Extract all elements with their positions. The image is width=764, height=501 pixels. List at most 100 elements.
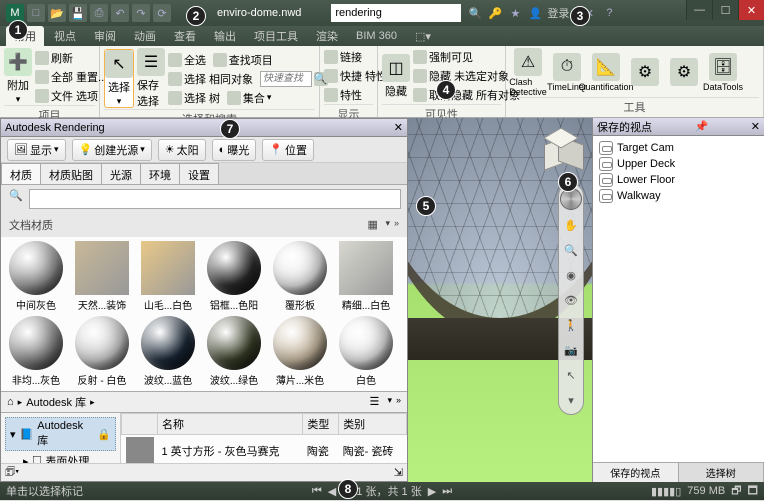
col-category[interactable]: 类别 xyxy=(339,414,407,435)
material-item[interactable]: 非均...灰色 xyxy=(5,316,67,387)
pin-icon[interactable]: 📌 xyxy=(695,120,709,133)
camera-icon[interactable]: 📷 xyxy=(561,340,581,360)
reset-all-button[interactable]: 全部 重置... xyxy=(35,68,107,86)
lib-tree-node[interactable]: ▸🞎表面处理 xyxy=(5,451,116,463)
lib-row[interactable]: 1 英寸方形 - 灰色马赛克陶瓷陶瓷- 瓷砖 xyxy=(122,435,407,464)
lib-root-node[interactable]: ▾📘Autodesk 库🔒 xyxy=(5,417,116,451)
login-link[interactable]: 登录 xyxy=(547,5,569,21)
undo-icon[interactable]: ↶ xyxy=(111,4,129,22)
minimize-button[interactable]: — xyxy=(686,0,712,20)
orbit-icon[interactable]: ◉ xyxy=(561,265,581,285)
saved-view-item[interactable]: Lower Floor xyxy=(597,172,760,188)
tool-button[interactable]: 🗄DataTools xyxy=(705,53,741,92)
material-item[interactable]: 白色 xyxy=(335,316,397,387)
select-all-icon[interactable] xyxy=(168,53,182,67)
render-tab[interactable]: 设置 xyxy=(179,163,219,184)
find-items-icon[interactable] xyxy=(213,53,227,67)
menu-tab[interactable]: 动画 xyxy=(126,26,164,46)
maximize-button[interactable]: ☐ xyxy=(712,0,738,20)
material-search-input[interactable] xyxy=(29,189,401,209)
material-item[interactable]: 波纹...绿色 xyxy=(203,316,265,387)
view-menu-icon[interactable]: ▾ xyxy=(385,218,390,232)
menu-tab[interactable]: 输出 xyxy=(206,26,244,46)
menu-tab[interactable]: 项目工具 xyxy=(246,26,306,46)
saved-view-item[interactable]: Target Cam xyxy=(597,140,760,156)
print-icon[interactable]: ⎙ xyxy=(90,4,108,22)
select-same-icon[interactable] xyxy=(168,72,182,86)
menu-tab[interactable]: 查看 xyxy=(166,26,204,46)
unhide-all-button[interactable]: 取消隐藏 所有对象 xyxy=(413,86,520,104)
zoom-icon[interactable]: 🔍 xyxy=(561,240,581,260)
selection-tree-icon[interactable] xyxy=(168,91,182,105)
panel-expand-icon[interactable]: ⇲ xyxy=(394,466,403,479)
first-page-icon[interactable]: ⏮ xyxy=(312,485,322,498)
menu-tab[interactable]: BIM 360 xyxy=(348,28,405,44)
crumb-item[interactable]: Autodesk 库 xyxy=(26,394,86,410)
render-tab[interactable]: 材质 xyxy=(1,163,41,184)
quick-find-input[interactable] xyxy=(260,71,312,87)
view-cube[interactable] xyxy=(544,132,584,172)
look-icon[interactable]: 👁 xyxy=(561,290,581,310)
tool-button[interactable]: 📐Quantification xyxy=(588,53,624,92)
refresh-icon[interactable]: ⟳ xyxy=(153,4,171,22)
sets-icon[interactable] xyxy=(227,91,241,105)
panel-close-icon[interactable]: ✕ xyxy=(394,121,403,134)
material-item[interactable]: 天然...装饰 xyxy=(71,241,133,312)
grid-view-icon[interactable]: ▦ xyxy=(367,218,381,232)
home-icon[interactable]: ⌂ xyxy=(7,396,14,408)
list-view-icon[interactable]: ☰ xyxy=(369,395,383,409)
render-panel-header[interactable]: Autodesk Rendering ✕ xyxy=(1,119,407,137)
hide-button[interactable]: ◫隐藏 xyxy=(382,54,410,99)
open-icon[interactable]: 📂 xyxy=(48,4,66,22)
saved-view-item[interactable]: Upper Deck xyxy=(597,156,760,172)
render-tool-1[interactable]: 💡创建光源▾ xyxy=(72,139,152,161)
menu-tab[interactable]: 视点 xyxy=(46,26,84,46)
tab-selection-tree[interactable]: 选择树 xyxy=(679,463,764,482)
addins-icon[interactable]: ⬚▾ xyxy=(407,28,439,45)
saved-view-item[interactable]: Walkway xyxy=(597,188,760,204)
status-icon[interactable]: 🗗 xyxy=(731,482,741,501)
saved-views-header[interactable]: 保存的视点 📌 ✕ xyxy=(593,118,764,136)
save-selection-button[interactable]: ☰保存选择 xyxy=(137,48,165,109)
material-item[interactable]: 反射 - 白色 xyxy=(71,316,133,387)
material-item[interactable]: 铝框...色阳 xyxy=(203,241,265,312)
col-name[interactable]: 名称 xyxy=(158,414,303,435)
material-item[interactable]: 波纹...蓝色 xyxy=(137,316,199,387)
render-tool-3[interactable]: ◐曝光 xyxy=(212,139,257,161)
help-search-input[interactable] xyxy=(331,4,461,22)
render-tool-0[interactable]: 🖼显示▾ xyxy=(7,139,66,161)
render-tab[interactable]: 光源 xyxy=(101,163,141,184)
attach-button[interactable]: ➕附加▾ xyxy=(4,48,32,105)
search-icon[interactable]: 🔍 xyxy=(7,189,25,209)
save-icon[interactable]: 💾 xyxy=(69,4,87,22)
prev-page-icon[interactable]: ◀ xyxy=(328,485,336,498)
menu-tab[interactable]: 渲染 xyxy=(308,26,346,46)
panel-close-icon[interactable]: ✕ xyxy=(751,120,760,133)
material-item[interactable]: 山毛...白色 xyxy=(137,241,199,312)
status-icon[interactable]: 🗖 xyxy=(748,482,758,501)
render-tab[interactable]: 环境 xyxy=(140,163,180,184)
select-icon[interactable]: ↖ xyxy=(561,365,581,385)
refresh-button[interactable]: 刷新 xyxy=(35,49,107,67)
material-item[interactable]: 覆形板 xyxy=(269,241,331,312)
material-item[interactable]: 中间灰色 xyxy=(5,241,67,312)
col-type[interactable]: 类型 xyxy=(303,414,339,435)
key-icon[interactable]: 🔑 xyxy=(487,5,503,21)
render-tab[interactable]: 材质贴图 xyxy=(40,163,102,184)
tool-button[interactable]: ⚙ xyxy=(666,58,702,87)
menu-tab[interactable]: 审阅 xyxy=(86,26,124,46)
file-options-button[interactable]: 文件 选项 xyxy=(35,87,107,105)
next-page-icon[interactable]: ▶ xyxy=(428,485,436,498)
search-icon[interactable]: 🔍 xyxy=(467,5,483,21)
redo-icon[interactable]: ↷ xyxy=(132,4,150,22)
material-item[interactable]: 精细...白色 xyxy=(335,241,397,312)
user-icon[interactable]: 👤 xyxy=(527,5,543,21)
last-page-icon[interactable]: ⏭ xyxy=(442,485,452,498)
star-icon[interactable]: ★ xyxy=(507,5,523,21)
select-button[interactable]: ↖选择▾ xyxy=(104,49,134,108)
render-tool-2[interactable]: ☀太阳 xyxy=(158,139,206,161)
tool-button[interactable]: ⚙ xyxy=(627,58,663,87)
new-icon[interactable]: □ xyxy=(27,4,45,22)
help-icon[interactable]: ? xyxy=(601,5,617,21)
expand-icon[interactable]: » xyxy=(394,218,399,232)
